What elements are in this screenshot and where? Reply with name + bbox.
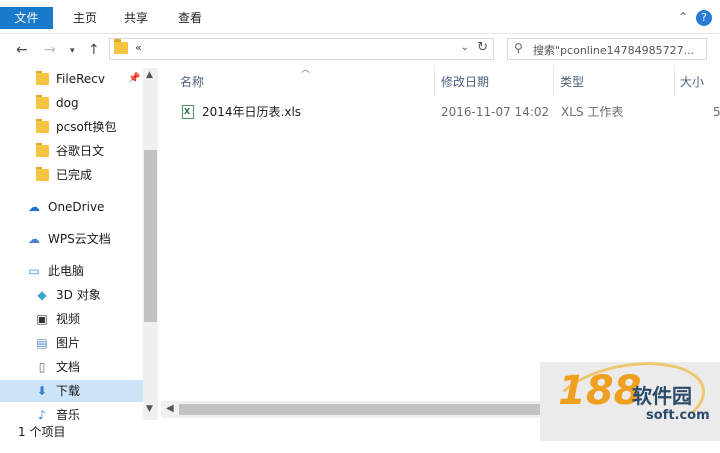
computer-icon: ▭: [28, 264, 40, 278]
scroll-left-icon[interactable]: ◀: [166, 403, 174, 414]
back-icon[interactable]: ←: [16, 42, 28, 58]
sidebar-item-label: dog: [56, 96, 79, 110]
sidebar-item-label: FileRecv: [56, 72, 105, 86]
address-bar[interactable]: « ⌄ ↻: [109, 38, 494, 60]
sidebar-item-downloads[interactable]: ⬇ 下载: [0, 380, 143, 402]
sidebar-item-3d-objects[interactable]: ◆ 3D 对象: [0, 284, 143, 306]
file-size: 5: [713, 105, 720, 119]
sidebar-item-label: WPS云文档: [48, 232, 111, 246]
sort-caret-icon: ︿: [301, 65, 311, 75]
scroll-down-icon[interactable]: ▼: [146, 404, 153, 414]
horizontal-scroll-thumb[interactable]: [179, 404, 559, 415]
column-divider[interactable]: [674, 66, 675, 96]
folder-icon: [36, 95, 49, 109]
sidebar-item-google-japanese[interactable]: 谷歌日文: [0, 140, 143, 162]
table-row[interactable]: 2014年日历表.xls 2016-11-07 14:02 XLS 工作表 5: [178, 101, 720, 123]
sidebar-item-documents[interactable]: ▯ 文档: [0, 356, 143, 378]
recent-dropdown-icon[interactable]: ▾: [70, 46, 75, 56]
search-placeholder: 搜索"pconline14784985727...: [533, 44, 695, 57]
folder-icon: [36, 143, 49, 157]
excel-file-icon: [182, 105, 194, 119]
sidebar-scroll-thumb[interactable]: [144, 150, 157, 322]
sidebar-item-videos[interactable]: ▣ 视频: [0, 308, 143, 330]
forward-icon[interactable]: →: [44, 42, 56, 58]
column-header-date[interactable]: 修改日期: [441, 71, 489, 93]
file-type: XLS 工作表: [561, 105, 624, 119]
sidebar-item-label: 已完成: [56, 168, 93, 182]
sidebar-item-label: 音乐: [56, 408, 81, 420]
sidebar-item-label: 图片: [56, 336, 81, 350]
file-date: 2016-11-07 14:02: [441, 105, 550, 119]
help-icon[interactable]: ?: [696, 10, 712, 26]
sidebar-item-this-pc[interactable]: ▭ 此电脑: [0, 260, 143, 282]
pin-icon[interactable]: 📌: [128, 68, 140, 90]
sidebar-item-label: 谷歌日文: [56, 144, 105, 158]
download-icon: ⬇: [36, 384, 48, 398]
sidebar-item-pictures[interactable]: ▤ 图片: [0, 332, 143, 354]
music-icon: ♪: [38, 408, 46, 420]
ribbon-expand-icon[interactable]: ⌃: [678, 10, 688, 24]
document-icon: ▯: [38, 360, 46, 374]
folder-icon: [114, 39, 128, 54]
cloud-outline-icon: ☁: [28, 232, 40, 246]
up-icon[interactable]: ↑: [88, 42, 100, 58]
tab-home[interactable]: 主页: [73, 7, 97, 29]
ribbon: 文件 主页 共享 查看 ⌃ ?: [0, 0, 720, 34]
sidebar-scrollbar[interactable]: ▲ ▼: [143, 68, 158, 420]
folder-icon: [36, 167, 49, 181]
sidebar-item-label: pcsoft换包: [56, 120, 117, 134]
horizontal-scrollbar[interactable]: ◀: [161, 401, 560, 418]
sidebar-item-filerecv[interactable]: FileRecv 📌: [0, 68, 143, 90]
watermark-name: 软件园: [632, 384, 692, 408]
scroll-up-icon[interactable]: ▲: [146, 70, 153, 80]
sidebar-item-onedrive[interactable]: ☁ OneDrive: [0, 196, 143, 218]
column-header-name[interactable]: 名称: [180, 71, 204, 93]
address-crumb[interactable]: «: [135, 41, 142, 54]
sidebar-item-label: OneDrive: [48, 200, 105, 214]
sidebar-item-pcsoft[interactable]: pcsoft换包: [0, 116, 143, 138]
sidebar-item-label: 3D 对象: [56, 288, 101, 302]
folder-icon: [36, 119, 49, 133]
file-name[interactable]: 2014年日历表.xls: [202, 101, 301, 123]
sidebar-item-label: 视频: [56, 312, 81, 326]
tab-share[interactable]: 共享: [124, 7, 148, 29]
cube-icon: ◆: [37, 288, 47, 302]
picture-icon: ▤: [36, 336, 48, 350]
watermark-number: 188: [558, 368, 642, 414]
watermark-logo: 188 软件园 soft.com: [540, 351, 720, 453]
watermark-url: soft.com: [646, 408, 710, 423]
navigation-pane: FileRecv 📌 dog pcsoft换包 谷歌日文 已完成 ☁ OneDr…: [0, 66, 160, 420]
sidebar-item-label: 文档: [56, 360, 81, 374]
column-header-type[interactable]: 类型: [560, 71, 584, 93]
sidebar-item-dog[interactable]: dog: [0, 92, 143, 114]
refresh-icon[interactable]: ↻: [477, 40, 488, 55]
sidebar-item-music[interactable]: ♪ 音乐: [0, 404, 143, 420]
search-box[interactable]: ⚲ 搜索"pconline14784985727...: [507, 38, 707, 60]
folder-icon: [36, 71, 49, 85]
tab-view[interactable]: 查看: [178, 7, 202, 29]
tab-file[interactable]: 文件: [0, 7, 53, 29]
film-icon: ▣: [36, 312, 48, 326]
sidebar-item-label: 下载: [56, 384, 81, 398]
search-icon: ⚲: [514, 41, 523, 55]
address-dropdown-icon[interactable]: ⌄: [461, 42, 469, 53]
sidebar-item-label: 此电脑: [48, 264, 85, 278]
item-count: 1 个项目: [18, 425, 66, 439]
sidebar-item-done[interactable]: 已完成: [0, 164, 143, 186]
column-divider[interactable]: [553, 66, 554, 96]
cloud-icon: ☁: [28, 200, 40, 214]
column-divider[interactable]: [434, 66, 435, 96]
column-header-size[interactable]: 大小: [680, 71, 704, 93]
sidebar-item-wps-cloud[interactable]: ☁ WPS云文档: [0, 228, 143, 250]
